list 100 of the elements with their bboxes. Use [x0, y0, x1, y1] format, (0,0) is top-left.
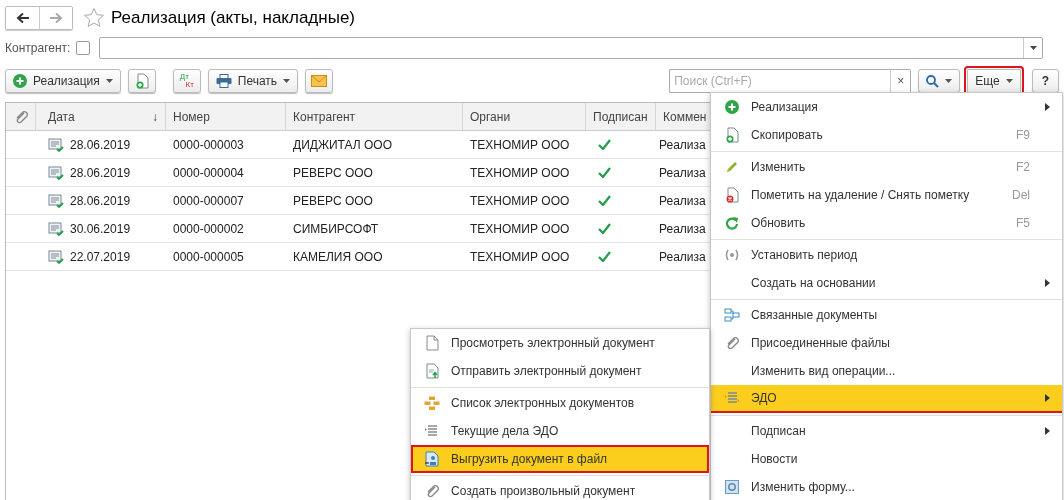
paperclip-icon — [13, 109, 28, 124]
table-cell-text: Реализа — [658, 192, 707, 210]
menu-item[interactable]: Установить период — [711, 241, 1062, 269]
copy-button[interactable] — [127, 69, 156, 93]
menu-item[interactable]: Подписан — [711, 417, 1062, 445]
table-cell-text: 0000-000007 — [172, 192, 245, 210]
forward-arrow-icon — [49, 12, 63, 24]
menu-item[interactable]: Скопировать F9 — [711, 121, 1062, 149]
document-icon — [425, 335, 439, 351]
table-cell-text: ДИДЖИТАЛ ООО — [292, 136, 393, 154]
shortcut-label: F2 — [1016, 160, 1030, 174]
print-button[interactable]: Печать — [207, 69, 299, 93]
menu-item[interactable]: Связанные документы — [711, 301, 1062, 329]
shortcut-label: F9 — [1016, 128, 1030, 142]
pencil-icon — [725, 160, 739, 174]
exchange-list-icon — [724, 391, 740, 405]
menu-item[interactable]: Просмотреть электронный документ — [411, 329, 709, 357]
checkbox[interactable] — [76, 41, 91, 55]
hierarchy-icon — [424, 396, 440, 410]
table-cell-text: 0000-000005 — [172, 248, 245, 266]
more-button[interactable]: Еще — [967, 69, 1021, 93]
copy-document-icon — [725, 127, 739, 143]
menu-item[interactable]: Изменить форму... — [711, 473, 1062, 500]
counterparty-field[interactable] — [99, 37, 1043, 59]
menu-item[interactable]: Пометить на удаление / Снять пометку Del — [711, 181, 1062, 209]
task-list-icon — [424, 424, 440, 438]
window-title: Реализация (акты, накладные) — [111, 8, 355, 28]
caret-icon — [283, 79, 291, 83]
copy-document-icon — [134, 73, 149, 89]
table-cell-text: Реализа — [658, 220, 707, 238]
column-header[interactable]: Органи — [463, 103, 586, 130]
caret-icon — [1005, 79, 1013, 83]
table-cell-text: Реализа — [658, 248, 707, 266]
table-cell-text: РЕВЕРС ООО — [292, 164, 374, 182]
posted-document-icon — [48, 165, 64, 180]
shortcut-label: Del — [1012, 188, 1030, 202]
caret-icon — [945, 79, 953, 83]
table-cell-text: ТЕХНОМИР ООО — [469, 248, 571, 266]
menu-item[interactable]: Изменить F2 — [711, 153, 1062, 181]
table-cell-text: КАМЕЛИЯ ООО — [292, 248, 384, 266]
menu-item[interactable]: Список электронных документов — [411, 389, 709, 417]
shortcut-label: F5 — [1016, 216, 1030, 230]
column-header[interactable]: Номер — [166, 103, 286, 130]
clear-button[interactable]: × — [890, 69, 912, 93]
form-settings-icon — [725, 480, 739, 494]
table-cell: 28.06.2019 — [36, 159, 166, 186]
search-icon — [926, 74, 940, 88]
menu-item[interactable]: Выгрузить документ в файл — [411, 445, 709, 473]
linked-documents-icon — [724, 308, 740, 322]
table-cell-text: РЕВЕРС ООО — [292, 192, 374, 210]
table-cell-text: 0000-000004 — [172, 164, 245, 182]
table-cell-text: 0000-000003 — [172, 136, 245, 154]
menu-item[interactable]: Новости — [711, 445, 1062, 473]
table-cell-text: ТЕХНОМИР ООО — [469, 220, 571, 238]
column-header[interactable]: Дата ↓ — [36, 103, 166, 130]
delete-document-icon — [725, 187, 739, 203]
dropdown-caret-icon — [1029, 46, 1037, 50]
table-cell-text: СИМБИРСОФТ — [292, 220, 380, 238]
posted-document-icon — [48, 193, 64, 208]
create-button[interactable]: Реализация — [5, 69, 121, 93]
table-cell-text: ТЕХНОМИР ООО — [469, 164, 571, 182]
send-document-icon — [425, 363, 439, 379]
posted-document-icon — [48, 137, 64, 152]
table-cell-text: ТЕХНОМИР ООО — [469, 136, 571, 154]
table-cell-text: 0000-000002 — [172, 220, 245, 238]
period-icon — [724, 248, 740, 262]
table-cell: 22.07.2019 — [36, 243, 166, 270]
table-cell-text: Реализа — [658, 136, 707, 154]
search-button[interactable] — [918, 69, 961, 93]
table-cell: 30.06.2019 — [36, 215, 166, 242]
menu-item[interactable]: Создать произвольный документ — [411, 477, 709, 500]
column-header[interactable]: Подписан — [586, 103, 656, 130]
refresh-icon — [725, 216, 739, 230]
table-cell: 28.06.2019 — [36, 187, 166, 214]
debit-credit-button[interactable]: Дт Кт — [172, 69, 201, 93]
back-arrow-icon — [15, 12, 30, 24]
menu-item[interactable]: ЭДО — [711, 385, 1062, 413]
posted-document-icon — [48, 249, 64, 264]
plus-icon — [725, 100, 739, 114]
help-button[interactable]: ? — [1031, 69, 1059, 93]
star-icon — [83, 7, 105, 29]
menu-item[interactable]: Текущие дела ЭДО — [411, 417, 709, 445]
back-button[interactable] — [6, 7, 39, 29]
table-cell-text: Реализа — [658, 164, 707, 182]
menu-item[interactable]: Изменить вид операции... — [711, 357, 1062, 385]
menu-item[interactable]: Отправить электронный документ — [411, 357, 709, 385]
posted-document-icon — [48, 221, 64, 236]
menu-item[interactable]: Присоединенные файлы — [711, 329, 1062, 357]
printer-icon — [215, 74, 232, 88]
search-field[interactable]: Поиск (Ctrl+F) — [669, 69, 891, 93]
table-cell-text: ТЕХНОМИР ООО — [469, 192, 571, 210]
column-header[interactable]: Контрагент — [286, 103, 463, 130]
envelope-icon — [311, 75, 328, 87]
table-cell: 28.06.2019 — [36, 131, 166, 158]
menu-item[interactable]: Создать на основании — [711, 269, 1062, 297]
email-button[interactable] — [305, 69, 334, 93]
menu-item[interactable]: Обновить F5 — [711, 209, 1062, 237]
export-file-icon — [424, 451, 440, 467]
menu-item[interactable]: Реализация — [711, 93, 1062, 121]
caret-icon — [105, 79, 113, 83]
